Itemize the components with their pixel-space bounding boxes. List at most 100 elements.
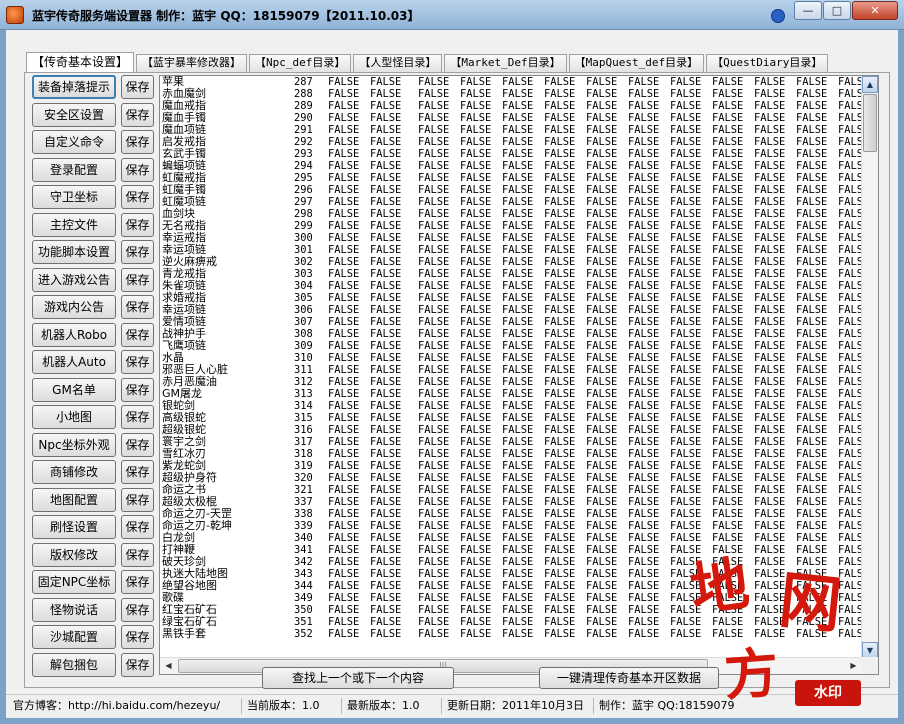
save-button[interactable]: 保存 bbox=[121, 295, 154, 319]
list-item[interactable]: 苹果 287 FALSE FALSE FALSE FALSE FALSE FALSE FALSE… bbox=[160, 76, 862, 88]
list-item[interactable]: 幸运项链 301 FALSE FALSE FALSE FALSE FALSE FALSE FAL… bbox=[160, 244, 862, 257]
one-click-clean-button[interactable]: 一键清理传奇基本开区数据 bbox=[539, 667, 719, 689]
list-item[interactable]: 红宝石矿石 350 FALSE FALSE FALSE FALSE FALSE FALSE FA… bbox=[160, 604, 862, 617]
help-icon[interactable] bbox=[771, 9, 785, 23]
list-item[interactable]: 雪红冰刃 318 FALSE FALSE FALSE FALSE FALSE FALSE FAL… bbox=[160, 448, 862, 461]
settings-button[interactable]: Npc坐标外观 bbox=[32, 432, 116, 457]
settings-button[interactable]: 安全区设置 bbox=[32, 102, 116, 127]
save-button[interactable]: 保存 bbox=[121, 487, 154, 512]
list-item[interactable]: 高级银蛇 315 FALSE FALSE FALSE FALSE FALSE FALSE FAL… bbox=[160, 412, 862, 425]
list-item[interactable]: 超级银蛇 316 FALSE FALSE FALSE FALSE FALSE FALSE FAL… bbox=[160, 424, 862, 437]
find-prev-next-button[interactable]: 查找上一个或下一个内容 bbox=[262, 667, 454, 689]
list-item[interactable]: 打神鞭 341 FALSE FALSE FALSE FALSE FALSE FALSE FALS… bbox=[160, 544, 862, 557]
save-button[interactable]: 保存 bbox=[121, 130, 154, 154]
list-item[interactable]: 歌碟 349 FALSE FALSE FALSE FALSE FALSE FALSE FALSE… bbox=[160, 592, 862, 605]
tab-4[interactable]: 【Market_Def目录】 bbox=[444, 54, 567, 72]
list-item[interactable]: 紫龙蛇剑 319 FALSE FALSE FALSE FALSE FALSE FALSE FAL… bbox=[160, 460, 862, 473]
scroll-left-icon[interactable]: ◀ bbox=[160, 658, 177, 674]
settings-button[interactable]: 登录配置 bbox=[32, 157, 116, 182]
tab-0[interactable]: 【传奇基本设置】 bbox=[26, 52, 135, 72]
save-button[interactable]: 保存 bbox=[121, 157, 154, 182]
settings-button[interactable]: 游戏内公告 bbox=[32, 295, 116, 319]
settings-button[interactable]: 机器人Auto bbox=[32, 350, 116, 374]
list-item[interactable]: 执迷大陆地图 343 FALSE FALSE FALSE FALSE FALSE FALSE F… bbox=[160, 568, 862, 581]
settings-button[interactable]: 沙城配置 bbox=[32, 625, 116, 649]
tab-5[interactable]: 【MapQuest_def目录】 bbox=[568, 54, 705, 72]
minimize-button[interactable]: — bbox=[794, 1, 822, 20]
list-item[interactable]: 绿宝石矿石 351 FALSE FALSE FALSE FALSE FALSE FALSE FA… bbox=[160, 616, 862, 629]
settings-button[interactable]: 守卫坐标 bbox=[32, 185, 116, 209]
scroll-right-icon[interactable]: ▶ bbox=[845, 658, 862, 674]
tab-2[interactable]: 【Npc_def目录】 bbox=[249, 54, 352, 72]
settings-button[interactable]: 怪物说话 bbox=[32, 597, 116, 622]
save-button[interactable]: 保存 bbox=[121, 240, 154, 264]
list-item[interactable]: 魔血戒指 289 FALSE FALSE FALSE FALSE FALSE FALSE FAL… bbox=[160, 100, 862, 113]
list-item[interactable]: 魔血手镯 290 FALSE FALSE FALSE FALSE FALSE FALSE FAL… bbox=[160, 112, 862, 125]
save-button[interactable]: 保存 bbox=[121, 377, 154, 402]
list-item[interactable]: 逆火麻痹戒 302 FALSE FALSE FALSE FALSE FALSE FALSE FA… bbox=[160, 256, 862, 269]
list-item[interactable]: 启发戒指 292 FALSE FALSE FALSE FALSE FALSE FALSE FAL… bbox=[160, 136, 862, 149]
settings-button[interactable]: 解包捆包 bbox=[32, 652, 116, 677]
settings-button[interactable]: 机器人Robo bbox=[32, 322, 116, 347]
vertical-scrollbar[interactable]: ▲ ▼ bbox=[861, 76, 878, 659]
save-button[interactable]: 保存 bbox=[121, 185, 154, 209]
list-item[interactable]: 绝望谷地图 344 FALSE FALSE FALSE FALSE FALSE FALSE FA… bbox=[160, 580, 862, 593]
tab-1[interactable]: 【蓝宇暴率修改器】 bbox=[136, 54, 248, 72]
list-item[interactable]: 爱情项链 307 FALSE FALSE FALSE FALSE FALSE FALSE FAL… bbox=[160, 316, 862, 329]
list-item[interactable]: 血剑块 298 FALSE FALSE FALSE FALSE FALSE FALSE FALS… bbox=[160, 208, 862, 221]
list-item[interactable]: 朱雀项链 304 FALSE FALSE FALSE FALSE FALSE FALSE FAL… bbox=[160, 280, 862, 293]
list-content[interactable]: 苹果 287 FALSE FALSE FALSE FALSE FALSE FALSE FALSE… bbox=[160, 76, 862, 659]
settings-button[interactable]: 主控文件 bbox=[32, 212, 116, 237]
list-item[interactable]: 魔血项链 291 FALSE FALSE FALSE FALSE FALSE FALSE FAL… bbox=[160, 124, 862, 137]
tab-3[interactable]: 【人型怪目录】 bbox=[353, 54, 443, 72]
list-item[interactable]: 虹魔戒指 295 FALSE FALSE FALSE FALSE FALSE FALSE FAL… bbox=[160, 172, 862, 185]
list-item[interactable]: 超级太极棍 337 FALSE FALSE FALSE FALSE FALSE FALSE FA… bbox=[160, 496, 862, 509]
list-item[interactable]: 无名戒指 299 FALSE FALSE FALSE FALSE FALSE FALSE FAL… bbox=[160, 220, 862, 233]
close-button[interactable]: ✕ bbox=[852, 1, 898, 20]
vertical-scroll-thumb[interactable] bbox=[863, 94, 877, 152]
save-button[interactable]: 保存 bbox=[121, 267, 154, 292]
list-item[interactable]: 银蛇剑 314 FALSE FALSE FALSE FALSE FALSE FALSE FALS… bbox=[160, 400, 862, 413]
item-listbox[interactable]: 苹果 287 FALSE FALSE FALSE FALSE FALSE FALSE FALSE… bbox=[159, 75, 879, 675]
list-item[interactable]: 求婚戒指 305 FALSE FALSE FALSE FALSE FALSE FALSE FAL… bbox=[160, 292, 862, 305]
save-button[interactable]: 保存 bbox=[121, 542, 154, 567]
settings-button[interactable]: 自定义命令 bbox=[32, 130, 116, 154]
list-item[interactable]: 命运之刃-天罡 338 FALSE FALSE FALSE FALSE FALSE FALSE… bbox=[160, 508, 862, 521]
list-item[interactable]: 超级护身符 320 FALSE FALSE FALSE FALSE FALSE FALSE FA… bbox=[160, 472, 862, 485]
save-button[interactable]: 保存 bbox=[121, 212, 154, 237]
list-item[interactable]: 幸运戒指 300 FALSE FALSE FALSE FALSE FALSE FALSE FAL… bbox=[160, 232, 862, 245]
list-item[interactable]: 青龙戒指 303 FALSE FALSE FALSE FALSE FALSE FALSE FAL… bbox=[160, 268, 862, 281]
list-item[interactable]: 赤血魔剑 288 FALSE FALSE FALSE FALSE FALSE FALSE FAL… bbox=[160, 88, 862, 101]
settings-button[interactable]: 商铺修改 bbox=[32, 460, 116, 484]
list-item[interactable]: GM屠龙 313 FALSE FALSE FALSE FALSE FALSE FALSE FAL… bbox=[160, 388, 862, 401]
list-item[interactable]: 虹魔手镯 296 FALSE FALSE FALSE FALSE FALSE FALSE FAL… bbox=[160, 184, 862, 197]
settings-button[interactable]: 版权修改 bbox=[32, 542, 116, 567]
list-item[interactable]: 邪恶巨人心脏 311 FALSE FALSE FALSE FALSE FALSE FALSE F… bbox=[160, 364, 862, 377]
save-button[interactable]: 保存 bbox=[121, 570, 154, 594]
settings-button[interactable]: 小地图 bbox=[32, 405, 116, 429]
settings-button[interactable]: 功能脚本设置 bbox=[32, 240, 116, 264]
settings-button[interactable]: 刷怪设置 bbox=[32, 515, 116, 539]
settings-button[interactable]: 地图配置 bbox=[32, 487, 116, 512]
list-item[interactable]: 水晶 310 FALSE FALSE FALSE FALSE FALSE FALSE FALSE… bbox=[160, 352, 862, 365]
scroll-up-icon[interactable]: ▲ bbox=[862, 76, 878, 93]
save-button[interactable]: 保存 bbox=[121, 102, 154, 127]
list-item[interactable]: 白龙剑 340 FALSE FALSE FALSE FALSE FALSE FALSE FALS… bbox=[160, 532, 862, 545]
tab-6[interactable]: 【QuestDiary目录】 bbox=[706, 54, 829, 72]
list-item[interactable]: 命运之书 321 FALSE FALSE FALSE FALSE FALSE FALSE FAL… bbox=[160, 484, 862, 497]
list-item[interactable]: 战神护手 308 FALSE FALSE FALSE FALSE FALSE FALSE FAL… bbox=[160, 328, 862, 341]
save-button[interactable]: 保存 bbox=[121, 515, 154, 539]
list-item[interactable]: 寰宇之剑 317 FALSE FALSE FALSE FALSE FALSE FALSE FAL… bbox=[160, 436, 862, 449]
save-button[interactable]: 保存 bbox=[121, 75, 154, 99]
settings-button[interactable]: 进入游戏公告 bbox=[32, 267, 116, 292]
list-item[interactable]: 命运之刃-乾坤 339 FALSE FALSE FALSE FALSE FALSE FALSE… bbox=[160, 520, 862, 533]
save-button[interactable]: 保存 bbox=[121, 460, 154, 484]
list-item[interactable]: 幸运项链 306 FALSE FALSE FALSE FALSE FALSE FALSE FAL… bbox=[160, 304, 862, 317]
list-item[interactable]: 玄武手镯 293 FALSE FALSE FALSE FALSE FALSE FALSE FAL… bbox=[160, 148, 862, 161]
list-item[interactable]: 虹魔项链 297 FALSE FALSE FALSE FALSE FALSE FALSE FAL… bbox=[160, 196, 862, 209]
list-item[interactable]: 赤月恶魔油 312 FALSE FALSE FALSE FALSE FALSE FALSE FA… bbox=[160, 376, 862, 389]
save-button[interactable]: 保存 bbox=[121, 350, 154, 374]
save-button[interactable]: 保存 bbox=[121, 652, 154, 677]
list-item[interactable]: 蝙蝠项链 294 FALSE FALSE FALSE FALSE FALSE FALSE FAL… bbox=[160, 160, 862, 173]
settings-button[interactable]: 固定NPC坐标 bbox=[32, 570, 116, 594]
